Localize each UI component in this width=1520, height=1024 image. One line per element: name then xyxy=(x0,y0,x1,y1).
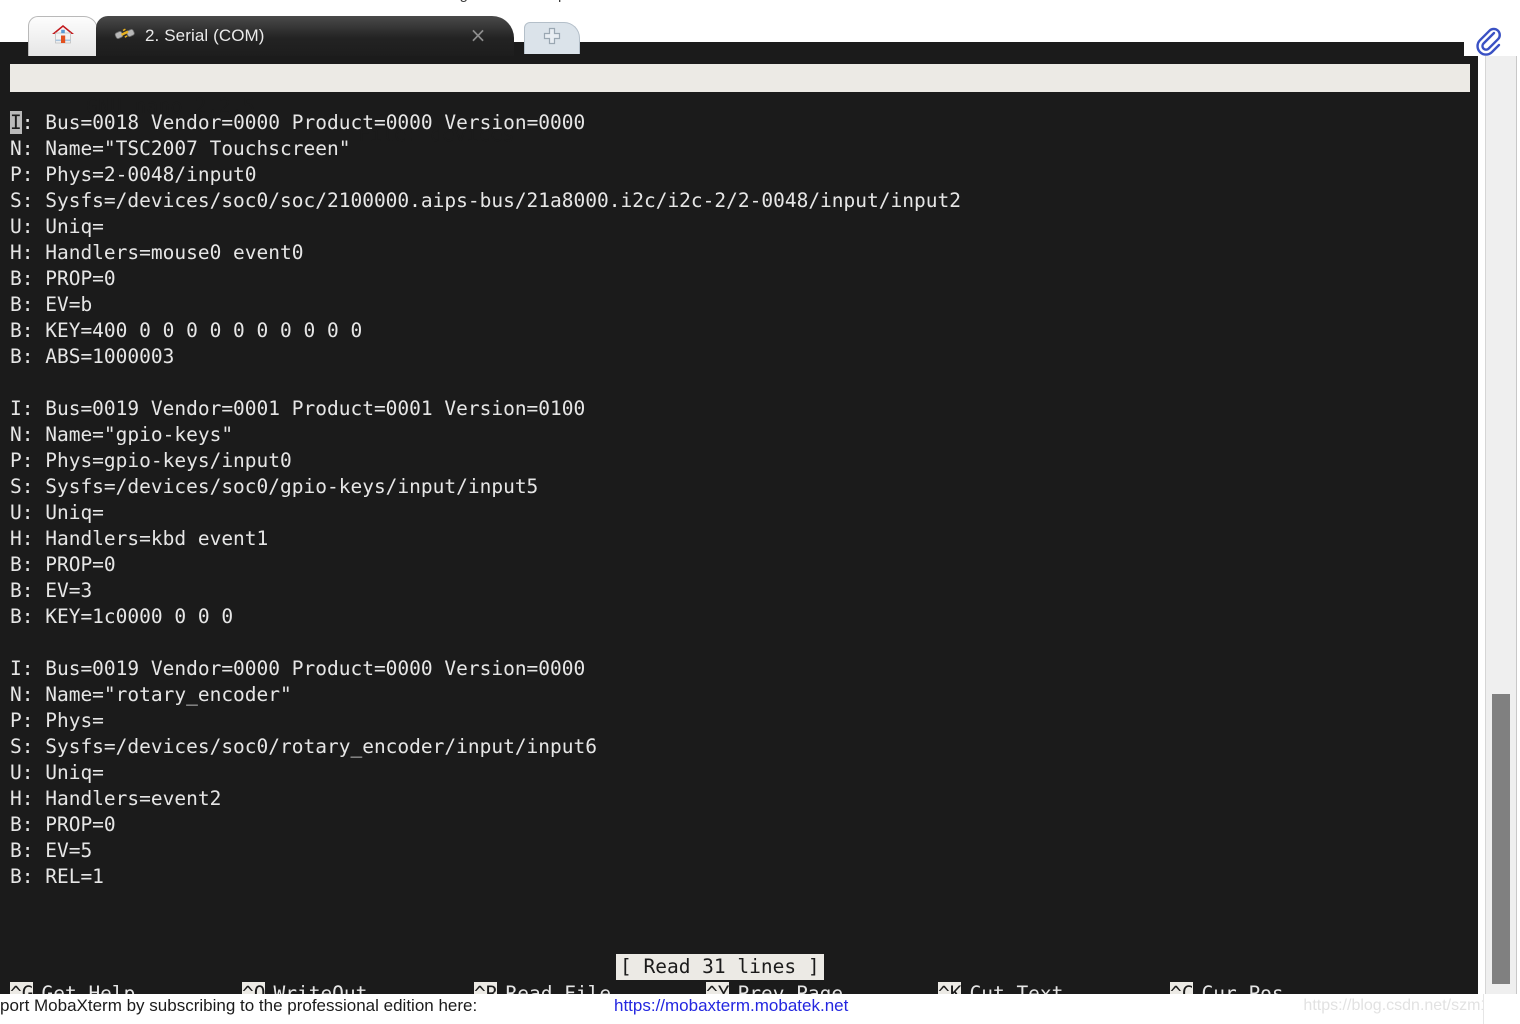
nano-line: H: Handlers=kbd event1 xyxy=(10,527,269,550)
nano-line: H: Handlers=event2 xyxy=(10,787,222,810)
nano-line: S: Sysfs=/devices/soc0/rotary_encoder/in… xyxy=(10,735,597,758)
nano-line: B: REL=1 xyxy=(10,865,104,888)
nano-line: I: Bus=0018 Vendor=0000 Product=0000 Ver… xyxy=(10,111,586,134)
nano-line: S: Sysfs=/devices/soc0/gpio-keys/input/i… xyxy=(10,475,539,498)
shortcut-key: ^O xyxy=(242,982,266,994)
home-icon xyxy=(50,22,76,51)
shortcut-get-help[interactable]: ^G Get Help xyxy=(10,980,242,994)
shortcut-key: ^K xyxy=(938,982,962,994)
nano-blank-line xyxy=(10,630,1470,656)
shortcut-cut-text[interactable]: ^K Cut Text xyxy=(938,980,1170,994)
tab-home[interactable] xyxy=(28,16,98,56)
nano-line: U: Uniq= xyxy=(10,501,104,524)
shortcut-key: ^C xyxy=(1170,982,1194,994)
tab-bar: 2. Serial (COM) × xyxy=(0,12,1520,68)
nano-line: N: Name="gpio-keys" xyxy=(10,423,234,446)
shortcut-label: Cur Pos xyxy=(1201,982,1284,994)
shortcut-label: Get Help xyxy=(41,982,136,994)
plug-icon xyxy=(114,24,136,49)
shortcut-key: ^R xyxy=(474,982,498,994)
nano-line: N: Name="TSC2007 Touchscreen" xyxy=(10,137,351,160)
menu-bar-text: File Edit View Terminal Sessions View X … xyxy=(0,0,1520,3)
nano-line: B: EV=b xyxy=(10,293,93,316)
terminal-scrollbar[interactable] xyxy=(1485,56,1517,994)
nano-title-bar: GNU nano 2.2.5 File: devices xyxy=(10,64,1470,146)
shortcut-cur-pos[interactable]: ^C Cur Pos xyxy=(1170,980,1402,994)
plus-icon xyxy=(542,26,562,51)
terminal-pane[interactable]: GNU nano 2.2.5 File: devices I: Bus=0018… xyxy=(0,56,1478,994)
nano-line: N: Name="rotary_encoder" xyxy=(10,683,292,706)
tab-serial-com[interactable]: 2. Serial (COM) × xyxy=(96,16,514,56)
shortcut-writeout[interactable]: ^O WriteOut xyxy=(242,980,474,994)
text-cursor: I xyxy=(10,111,22,134)
nano-shortcut-bar: ^G Get Help ^O WriteOut ^R Read File ^Y Prev Pa… xyxy=(10,980,1470,994)
shortcut-label: Cut Text xyxy=(969,982,1064,994)
tab-serial-label: 2. Serial (COM) xyxy=(145,26,265,45)
nano-line: P: Phys= xyxy=(10,709,104,732)
nano-blank-line xyxy=(10,370,1470,396)
new-tab-button[interactable] xyxy=(524,22,580,54)
nano-line: U: Uniq= xyxy=(10,215,104,238)
nano-line: S: Sysfs=/devices/soc0/soc/2100000.aips-… xyxy=(10,189,961,212)
paperclip-icon[interactable] xyxy=(1474,26,1502,56)
scrollbar-thumb[interactable] xyxy=(1492,694,1510,984)
shortcut-key: ^G xyxy=(10,982,34,994)
nano-line: P: Phys=2-0048/input0 xyxy=(10,163,257,186)
menu-bar-clipped: File Edit View Terminal Sessions View X … xyxy=(0,0,1520,12)
shortcut-label: WriteOut xyxy=(273,982,368,994)
nano-line: B: EV=5 xyxy=(10,839,93,862)
nano-line: B: PROP=0 xyxy=(10,813,116,836)
nano-line: B: ABS=1000003 xyxy=(10,345,175,368)
shortcut-prev-page[interactable]: ^Y Prev Page xyxy=(706,980,938,994)
nano-text-area[interactable]: I: Bus=0018 Vendor=0000 Product=0000 Ver… xyxy=(10,110,1470,890)
nano-line: B: EV=3 xyxy=(10,579,93,602)
shortcut-row-1: ^G Get Help ^O WriteOut ^R Read File ^Y Prev Pa… xyxy=(10,980,1470,994)
nano-line: B: KEY=400 0 0 0 0 0 0 0 0 0 0 xyxy=(10,319,363,342)
nano-line: B: PROP=0 xyxy=(10,267,116,290)
nano-line: P: Phys=gpio-keys/input0 xyxy=(10,449,292,472)
close-icon[interactable]: × xyxy=(468,25,488,46)
nano-line: B: PROP=0 xyxy=(10,553,116,576)
nano-line: H: Handlers=mouse0 event0 xyxy=(10,241,304,264)
nano-line: B: KEY=1c0000 0 0 0 xyxy=(10,605,234,628)
shortcut-label: Prev Page xyxy=(737,982,844,994)
shortcut-key: ^Y xyxy=(706,982,730,994)
status-bar-corner xyxy=(1483,994,1520,1024)
status-bar: port MobaXterm by subscribing to the pro… xyxy=(0,994,1520,1024)
nano-line: I: Bus=0019 Vendor=0000 Product=0000 Ver… xyxy=(10,657,586,680)
nano-status-message: [ Read 31 lines ] xyxy=(616,954,824,980)
nano-line: I: Bus=0019 Vendor=0001 Product=0001 Ver… xyxy=(10,397,586,420)
shortcut-read-file[interactable]: ^R Read File xyxy=(474,980,706,994)
mobaxterm-message: port MobaXterm by subscribing to the pro… xyxy=(0,996,478,1015)
shortcut-label: Read File xyxy=(505,982,612,994)
mobaxterm-link[interactable]: https://mobaxterm.mobatek.net xyxy=(614,996,848,1016)
nano-line: U: Uniq= xyxy=(10,761,104,784)
